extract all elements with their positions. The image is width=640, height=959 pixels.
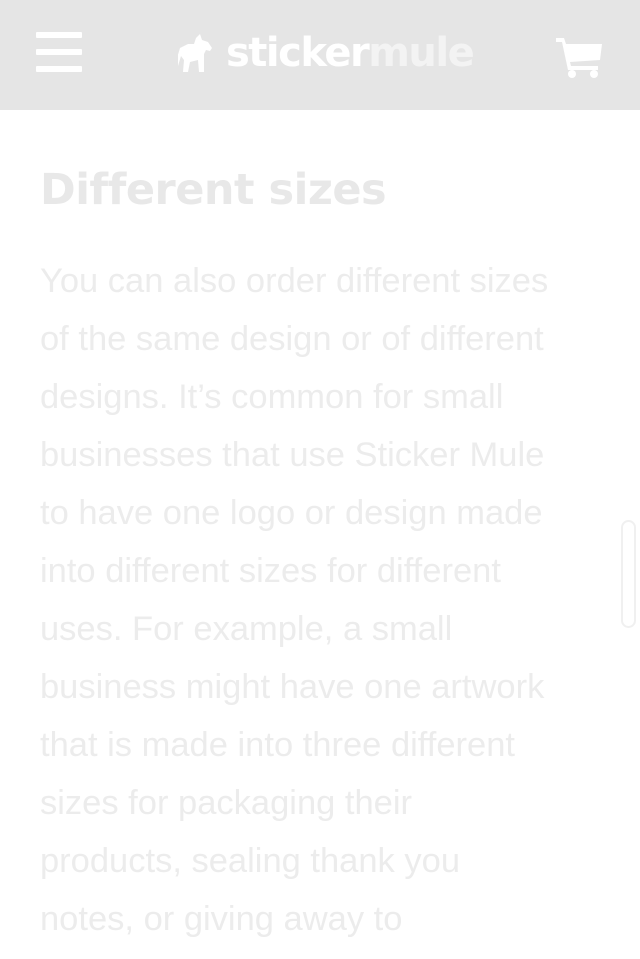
article-paragraph: You can also order different sizes of the… bbox=[40, 252, 588, 948]
paragraph-line: of the same design or of different bbox=[40, 320, 544, 358]
shopping-cart-icon[interactable] bbox=[556, 36, 604, 78]
cart-glyph bbox=[556, 38, 602, 78]
paragraph-line: businesses that use Sticker Mule bbox=[40, 436, 545, 474]
menu-bar-line bbox=[36, 49, 82, 55]
paragraph-line: designs. It’s common for small bbox=[40, 378, 504, 416]
paragraph-line: products, sealing thank you bbox=[40, 842, 461, 880]
paragraph-line: notes, or giving away to bbox=[40, 900, 403, 938]
hamburger-menu-icon[interactable] bbox=[36, 32, 82, 74]
sticker-mule-logo[interactable]: stickermule bbox=[178, 28, 475, 78]
scrollbar-thumb[interactable] bbox=[621, 520, 636, 628]
paragraph-line: You can also order different sizes bbox=[40, 262, 549, 300]
logo-wordmark: stickermule bbox=[226, 28, 475, 78]
paragraph-line: that is made into three different bbox=[40, 726, 515, 764]
section-heading: Different sizes bbox=[40, 165, 387, 215]
logo-word-mule: mule bbox=[368, 30, 475, 76]
menu-bar-line bbox=[36, 32, 82, 38]
article-section: Different sizes You can also order diffe… bbox=[40, 160, 600, 948]
paragraph-line: sizes for packaging their bbox=[40, 784, 413, 822]
paragraph-line: business might have one artwork bbox=[40, 668, 545, 706]
top-navigation-bar: stickermule bbox=[0, 0, 640, 110]
logo-word-sticker: sticker bbox=[226, 30, 370, 76]
paragraph-line: uses. For example, a small bbox=[40, 610, 453, 648]
mule-icon bbox=[178, 34, 212, 72]
menu-bar-line bbox=[36, 66, 82, 72]
paragraph-line: into different sizes for different bbox=[40, 552, 501, 590]
paragraph-line: to have one logo or design made bbox=[40, 494, 543, 532]
